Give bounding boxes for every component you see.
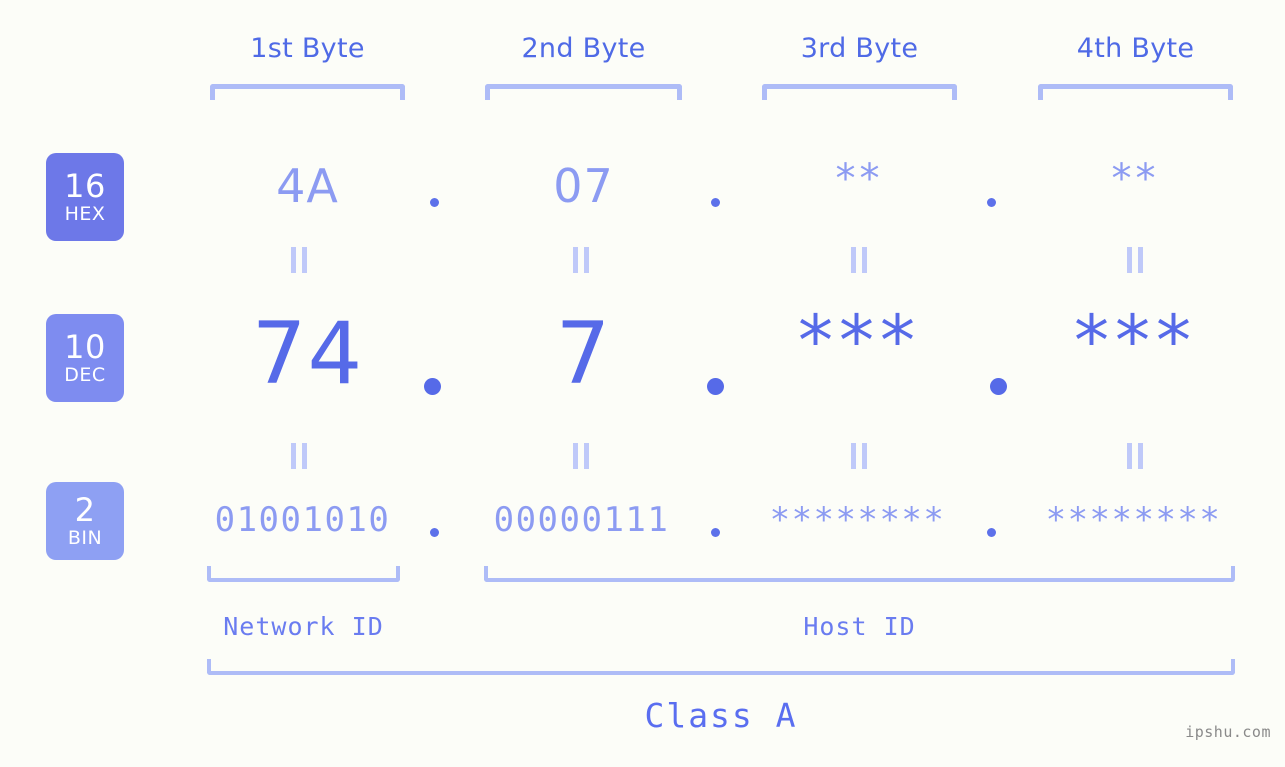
class-label: Class A xyxy=(644,696,798,735)
base-badge-dec-name: DEC xyxy=(64,364,106,386)
bin-separator-2 xyxy=(711,528,720,537)
bin-separator-3 xyxy=(987,528,996,537)
byte-bracket-top-4 xyxy=(1038,84,1233,100)
byte-header-2: 2nd Byte xyxy=(521,33,646,64)
dec-byte-3: *** xyxy=(798,300,921,382)
base-badge-hex: 16 HEX xyxy=(46,153,124,241)
network-id-bracket xyxy=(207,566,400,582)
equals-mark-hex-dec-2 xyxy=(573,247,590,273)
equals-mark-hex-dec-3 xyxy=(851,247,868,273)
host-id-label: Host ID xyxy=(803,612,916,641)
base-badge-bin-name: BIN xyxy=(67,527,103,549)
bin-byte-3: ******** xyxy=(769,500,946,540)
equals-mark-dec-bin-1 xyxy=(291,443,308,469)
byte-header-4: 4th Byte xyxy=(1076,33,1195,64)
byte-header-1: 1st Byte xyxy=(250,33,365,64)
host-id-bracket xyxy=(484,566,1235,582)
base-badge-dec: 10 DEC xyxy=(46,314,124,402)
dec-separator-1 xyxy=(424,378,441,395)
class-bracket xyxy=(207,659,1235,675)
equals-mark-dec-bin-2 xyxy=(573,443,590,469)
hex-byte-1: 4A xyxy=(276,159,339,213)
hex-byte-4: ** xyxy=(1111,156,1160,202)
equals-mark-hex-dec-4 xyxy=(1127,247,1144,273)
hex-separator-1 xyxy=(430,198,439,207)
bin-byte-2: 00000111 xyxy=(493,500,670,540)
equals-mark-dec-bin-4 xyxy=(1127,443,1144,469)
dec-byte-4: *** xyxy=(1074,300,1197,382)
byte-bracket-top-3 xyxy=(762,84,957,100)
byte-bracket-top-1 xyxy=(210,84,405,100)
hex-separator-3 xyxy=(987,198,996,207)
dec-byte-2: 7 xyxy=(555,304,612,404)
hex-separator-2 xyxy=(711,198,720,207)
dec-separator-2 xyxy=(707,378,724,395)
dec-byte-1: 74 xyxy=(251,304,364,404)
ip-breakdown-diagram: 1st Byte 2nd Byte 3rd Byte 4th Byte 16 H… xyxy=(0,0,1285,767)
watermark: ipshu.com xyxy=(1185,723,1271,741)
byte-bracket-top-2 xyxy=(485,84,682,100)
equals-mark-hex-dec-1 xyxy=(291,247,308,273)
base-badge-bin: 2 BIN xyxy=(46,482,124,560)
hex-byte-3: ** xyxy=(835,156,884,202)
bin-byte-4: ******** xyxy=(1045,500,1222,540)
dec-separator-3 xyxy=(990,378,1007,395)
base-badge-hex-name: HEX xyxy=(64,203,106,225)
byte-header-3: 3rd Byte xyxy=(800,33,919,64)
hex-byte-2: 07 xyxy=(553,159,614,213)
equals-mark-dec-bin-3 xyxy=(851,443,868,469)
base-badge-bin-number: 2 xyxy=(74,491,96,529)
network-id-label: Network ID xyxy=(223,612,384,641)
base-badge-dec-number: 10 xyxy=(64,328,106,366)
bin-separator-1 xyxy=(430,528,439,537)
bin-byte-1: 01001010 xyxy=(214,500,391,540)
base-badge-hex-number: 16 xyxy=(64,167,106,205)
